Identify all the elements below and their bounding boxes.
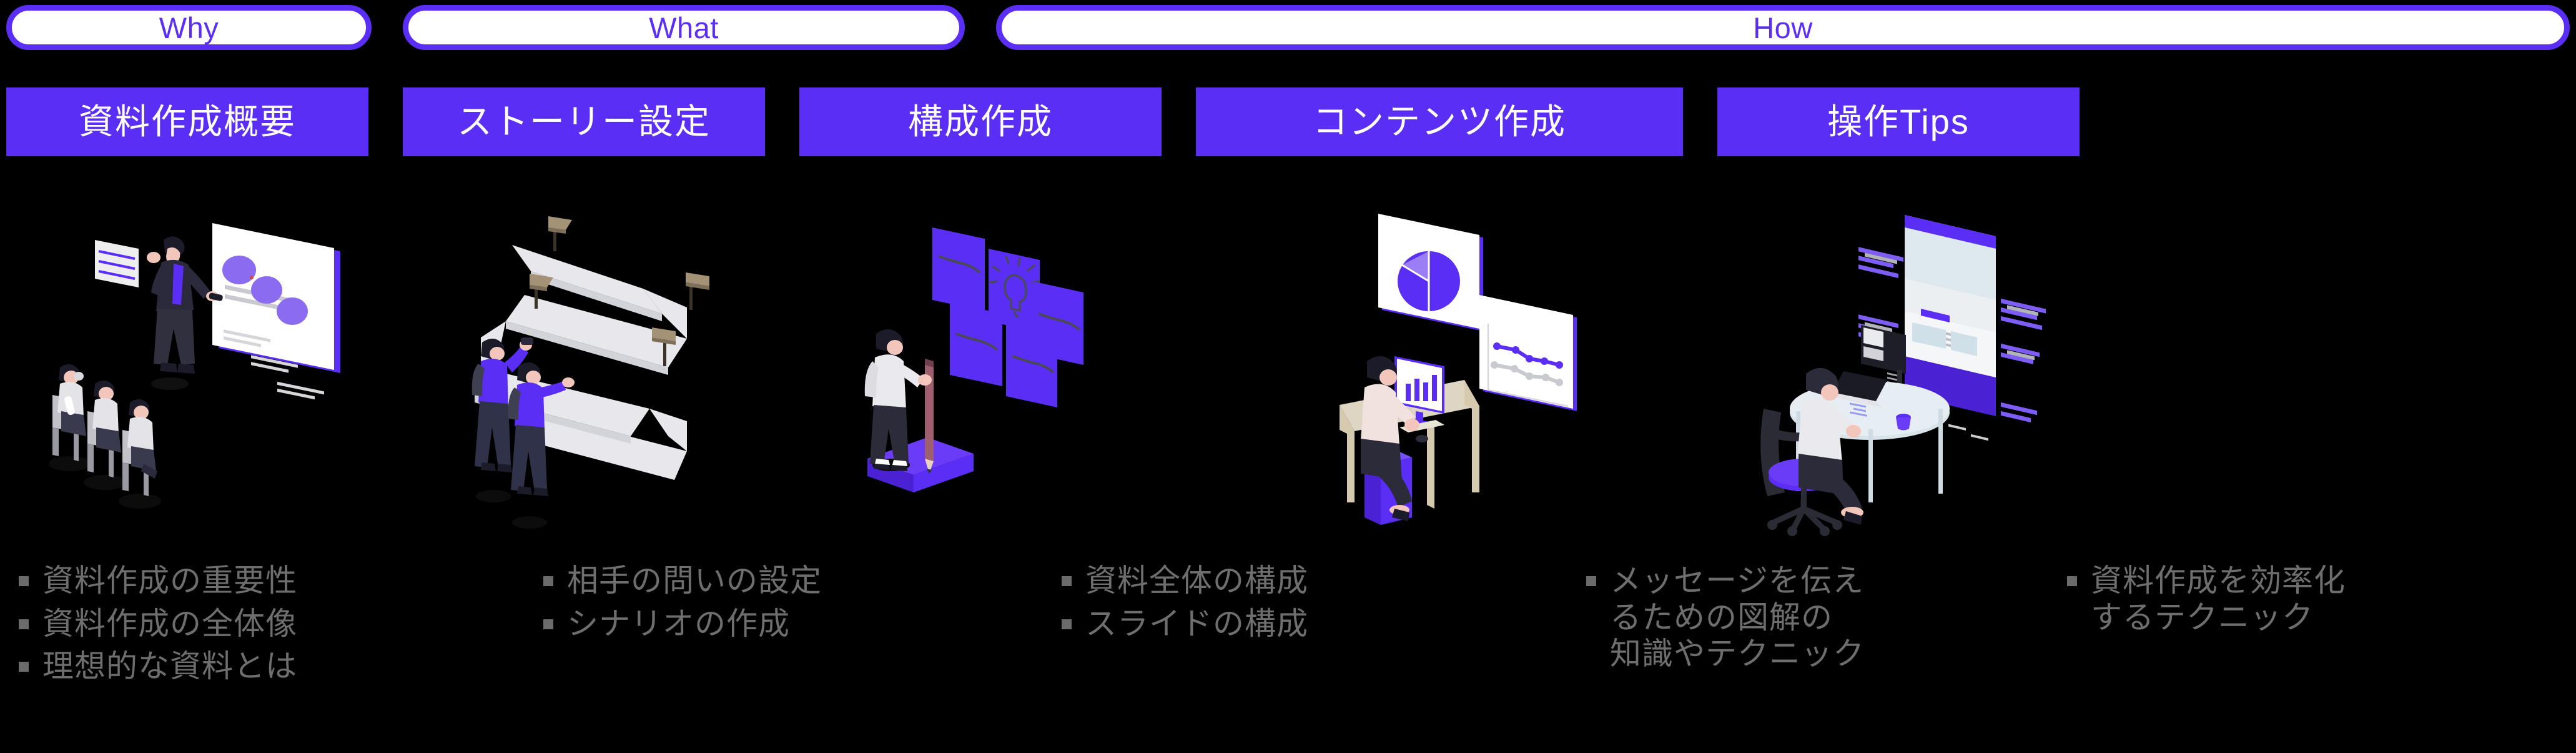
list-item: 資料作成の重要性	[19, 562, 381, 599]
phase-pill-why[interactable]: Why	[6, 5, 372, 50]
illustration-presentation-to-audience	[6, 176, 368, 551]
section-header-label: 構成作成	[908, 102, 1053, 141]
illustration-person-with-pencil-and-slides	[799, 176, 1162, 551]
list-item: 相手の問いの設定	[543, 562, 906, 599]
bullet-list-tips: 資料作成を効率化 するテクニック	[2067, 562, 2504, 642]
section-header-story[interactable]: ストーリー設定	[403, 87, 765, 156]
bullet-label: メッセージを伝え るための図解の 知識やテクニック	[1610, 563, 1865, 671]
illustration-desk-with-charts	[1196, 176, 1683, 551]
list-item: 資料作成の全体像	[19, 606, 381, 642]
bullet-square-icon	[543, 619, 553, 629]
phase-pill-label: How	[1753, 11, 1813, 44]
phase-pill-label: Why	[159, 11, 219, 44]
illustration-winding-path-with-signposts	[403, 176, 765, 551]
bullet-label: 資料作成の全体像	[42, 606, 297, 641]
section-header-content[interactable]: コンテンツ作成	[1196, 87, 1683, 156]
list-item: 資料全体の構成	[1062, 562, 1424, 599]
bullet-label: 資料作成を効率化 するテクニック	[2091, 563, 2346, 635]
slide-canvas: Why What How 資料作成概要 ストーリー設定 構成作成 コンテンツ作成…	[0, 0, 2576, 753]
list-item: シナリオの作成	[543, 606, 906, 642]
bullet-list-content: メッセージを伝え るための図解の 知識やテクニック	[1586, 562, 2023, 679]
list-item: スライドの構成	[1062, 606, 1424, 642]
section-header-label: コンテンツ作成	[1313, 102, 1566, 141]
bullet-label: 資料全体の構成	[1085, 563, 1308, 598]
list-item: 理想的な資料とは	[19, 648, 381, 685]
bullet-square-icon	[19, 662, 29, 672]
bullet-label: シナリオの作成	[567, 606, 790, 641]
phase-pill-row: Why What How	[0, 5, 2576, 54]
section-header-overview[interactable]: 資料作成概要	[6, 87, 368, 156]
bullet-square-icon	[19, 576, 29, 586]
section-header-structure[interactable]: 構成作成	[799, 87, 1162, 156]
bullet-list-story: 相手の問いの設定 シナリオの作成	[543, 562, 906, 648]
bullet-list-structure: 資料全体の構成 スライドの構成	[1062, 562, 1424, 648]
slide-planning-scene-icon	[864, 227, 1083, 492]
section-header-label: 操作Tips	[1827, 102, 1970, 141]
presentation-scene-icon	[49, 223, 340, 509]
phase-pill-what[interactable]: What	[403, 5, 965, 50]
bullet-square-icon	[1586, 576, 1596, 586]
bullet-square-icon	[543, 576, 553, 586]
phase-pill-how[interactable]: How	[996, 5, 2570, 50]
section-header-label: 資料作成概要	[79, 102, 296, 141]
winding-path-scene-icon	[471, 216, 709, 529]
illustration-row	[0, 176, 2576, 551]
bullet-list-overview: 資料作成の重要性 資料作成の全体像 理想的な資料とは	[19, 562, 381, 691]
bullet-row: 資料作成の重要性 資料作成の全体像 理想的な資料とは 相手の問いの設定 シナリオ…	[0, 562, 2576, 750]
bullet-label: 資料作成の重要性	[42, 563, 297, 598]
bullet-label: 相手の問いの設定	[567, 563, 822, 598]
workstation-scene-icon	[1760, 215, 2046, 536]
section-header-tips[interactable]: 操作Tips	[1717, 87, 2080, 156]
list-item: 資料作成を効率化 するテクニック	[2067, 562, 2504, 636]
data-analysis-scene-icon	[1340, 214, 1577, 525]
bullet-square-icon	[2067, 576, 2077, 586]
section-header-row: 資料作成概要 ストーリー設定 構成作成 コンテンツ作成 操作Tips	[0, 87, 2576, 156]
bullet-square-icon	[19, 619, 29, 629]
phase-pill-label: What	[649, 11, 719, 44]
bullet-square-icon	[1062, 619, 1072, 629]
bullet-label: 理想的な資料とは	[42, 649, 297, 684]
illustration-workstation-with-ui-screens	[1717, 176, 2080, 551]
section-header-label: ストーリー設定	[457, 102, 711, 141]
list-item: メッセージを伝え るための図解の 知識やテクニック	[1586, 562, 2023, 672]
bullet-square-icon	[1062, 576, 1072, 586]
bullet-label: スライドの構成	[1085, 606, 1308, 641]
